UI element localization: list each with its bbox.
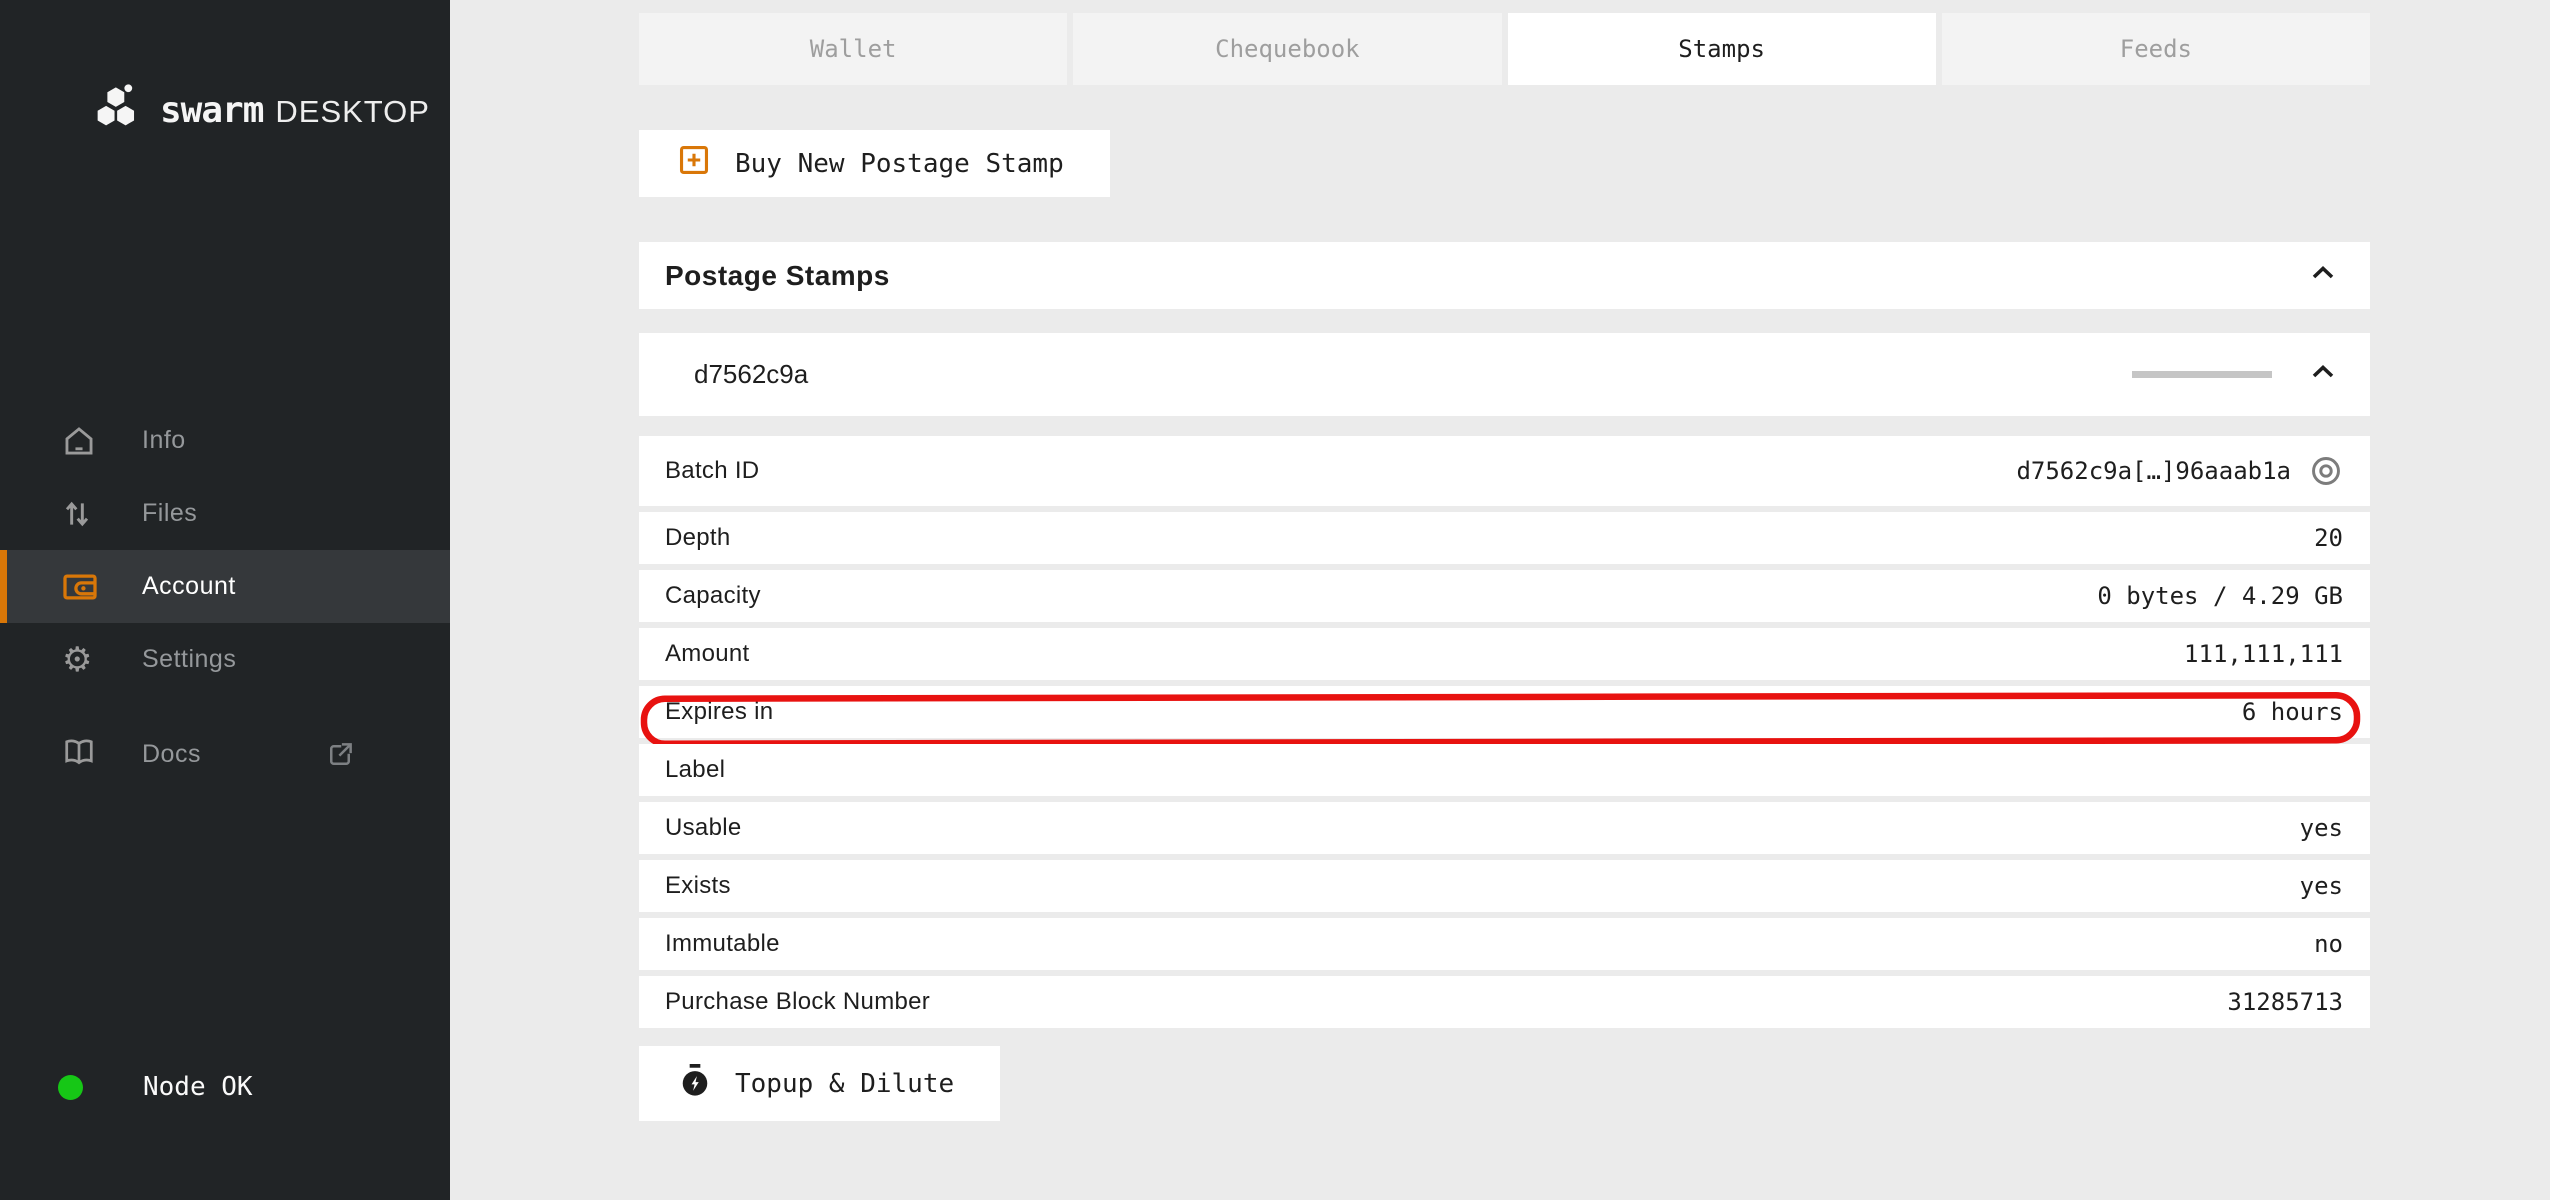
row-label: Label bbox=[665, 756, 725, 784]
node-status-label: Node OK bbox=[143, 1072, 253, 1102]
annotation-highlight bbox=[639, 686, 2370, 748]
row-value: 20 bbox=[2314, 524, 2343, 552]
tab-stamps[interactable]: Stamps bbox=[1508, 13, 1936, 85]
logo-brand-text: swarm bbox=[160, 90, 263, 131]
row-value: 0 bytes / 4.29 GB bbox=[2097, 582, 2343, 610]
sidebar-item-label: Settings bbox=[142, 645, 236, 674]
table-row: Amount 111,111,111 bbox=[639, 628, 2370, 680]
tab-bar: WalletChequebookStampsFeeds bbox=[639, 13, 2370, 85]
row-value: 111,111,111 bbox=[2184, 640, 2343, 668]
row-label: Purchase Block Number bbox=[665, 988, 930, 1016]
row-value: d7562c9a[…]96aaab1a bbox=[2016, 457, 2291, 485]
stamp-usage-progress-bar bbox=[2132, 371, 2272, 378]
table-row: Exists yes bbox=[639, 860, 2370, 912]
row-label: Depth bbox=[665, 524, 731, 552]
external-link-icon bbox=[325, 740, 355, 770]
stamp-accordion-header[interactable]: d7562c9a bbox=[639, 333, 2370, 416]
main-content: WalletChequebookStampsFeeds Buy New Post… bbox=[450, 0, 2550, 1200]
sidebar-item-label: Files bbox=[142, 499, 197, 528]
chevron-up-icon[interactable] bbox=[2308, 362, 2338, 387]
topup-dilute-button[interactable]: Topup & Dilute bbox=[639, 1046, 1000, 1121]
transfer-icon bbox=[62, 498, 104, 530]
gear-icon: ⚙ bbox=[62, 643, 104, 677]
stamp-details-table: Batch ID d7562c9a[…]96aaab1a Depth 20 Ca… bbox=[639, 436, 2370, 1028]
sidebar-item-info[interactable]: Info bbox=[0, 404, 450, 477]
table-row: Label bbox=[639, 744, 2370, 796]
sidebar-item-account[interactable]: Account bbox=[0, 550, 450, 623]
tab-feeds[interactable]: Feeds bbox=[1942, 13, 2370, 85]
table-row: Purchase Block Number 31285713 bbox=[639, 976, 2370, 1028]
stamp-name: d7562c9a bbox=[694, 359, 808, 390]
sidebar-item-label: Docs bbox=[142, 740, 201, 769]
row-label: Amount bbox=[665, 640, 750, 668]
buy-new-postage-stamp-button[interactable]: Buy New Postage Stamp bbox=[639, 130, 1110, 197]
sidebar-item-files[interactable]: Files bbox=[0, 477, 450, 550]
row-label: Expires in bbox=[665, 698, 773, 726]
table-row: Batch ID d7562c9a[…]96aaab1a bbox=[639, 436, 2370, 506]
row-value: 31285713 bbox=[2227, 988, 2343, 1016]
table-row: Immutable no bbox=[639, 918, 2370, 970]
row-label: Immutable bbox=[665, 930, 780, 958]
logo-suffix-text: DESKTOP bbox=[275, 94, 430, 130]
sidebar-item-label: Info bbox=[142, 426, 186, 455]
stopwatch-icon bbox=[679, 1062, 711, 1105]
wallet-icon bbox=[62, 572, 104, 602]
row-value: yes bbox=[2300, 814, 2343, 842]
node-status-dot bbox=[58, 1075, 83, 1100]
table-row: Expires in 6 hours bbox=[639, 686, 2370, 738]
app-logo: swarm DESKTOP bbox=[92, 84, 430, 137]
sidebar-nav: Info Files Account ⚙ Settings bbox=[0, 404, 450, 696]
postage-stamps-section-header: Postage Stamps bbox=[639, 242, 2370, 309]
chevron-up-icon[interactable] bbox=[2308, 263, 2338, 288]
buy-button-label: Buy New Postage Stamp bbox=[735, 149, 1064, 179]
row-label: Usable bbox=[665, 814, 742, 842]
topup-button-label: Topup & Dilute bbox=[735, 1069, 954, 1099]
home-icon bbox=[62, 425, 104, 457]
sidebar-item-label: Account bbox=[142, 572, 236, 601]
row-value: yes bbox=[2300, 872, 2343, 900]
row-label: Batch ID bbox=[665, 457, 759, 485]
table-row: Depth 20 bbox=[639, 512, 2370, 564]
tab-wallet[interactable]: Wallet bbox=[639, 13, 1067, 85]
section-title: Postage Stamps bbox=[665, 260, 890, 292]
sidebar-item-docs[interactable]: Docs bbox=[0, 718, 450, 791]
table-row: Usable yes bbox=[639, 802, 2370, 854]
eye-icon[interactable] bbox=[2309, 456, 2343, 486]
row-value: 6 hours bbox=[2242, 698, 2343, 726]
table-row: Capacity 0 bytes / 4.29 GB bbox=[639, 570, 2370, 622]
sidebar-item-settings[interactable]: ⚙ Settings bbox=[0, 623, 450, 696]
swarm-logo-icon bbox=[92, 84, 144, 137]
sidebar: swarm DESKTOP Info Files Account ⚙ Setti… bbox=[0, 0, 450, 1200]
tab-chequebook[interactable]: Chequebook bbox=[1073, 13, 1501, 85]
row-label: Capacity bbox=[665, 582, 761, 610]
node-status: Node OK bbox=[58, 1072, 253, 1102]
plus-square-icon bbox=[677, 143, 711, 184]
book-icon bbox=[62, 737, 104, 772]
row-value: no bbox=[2314, 930, 2343, 958]
row-label: Exists bbox=[665, 872, 731, 900]
